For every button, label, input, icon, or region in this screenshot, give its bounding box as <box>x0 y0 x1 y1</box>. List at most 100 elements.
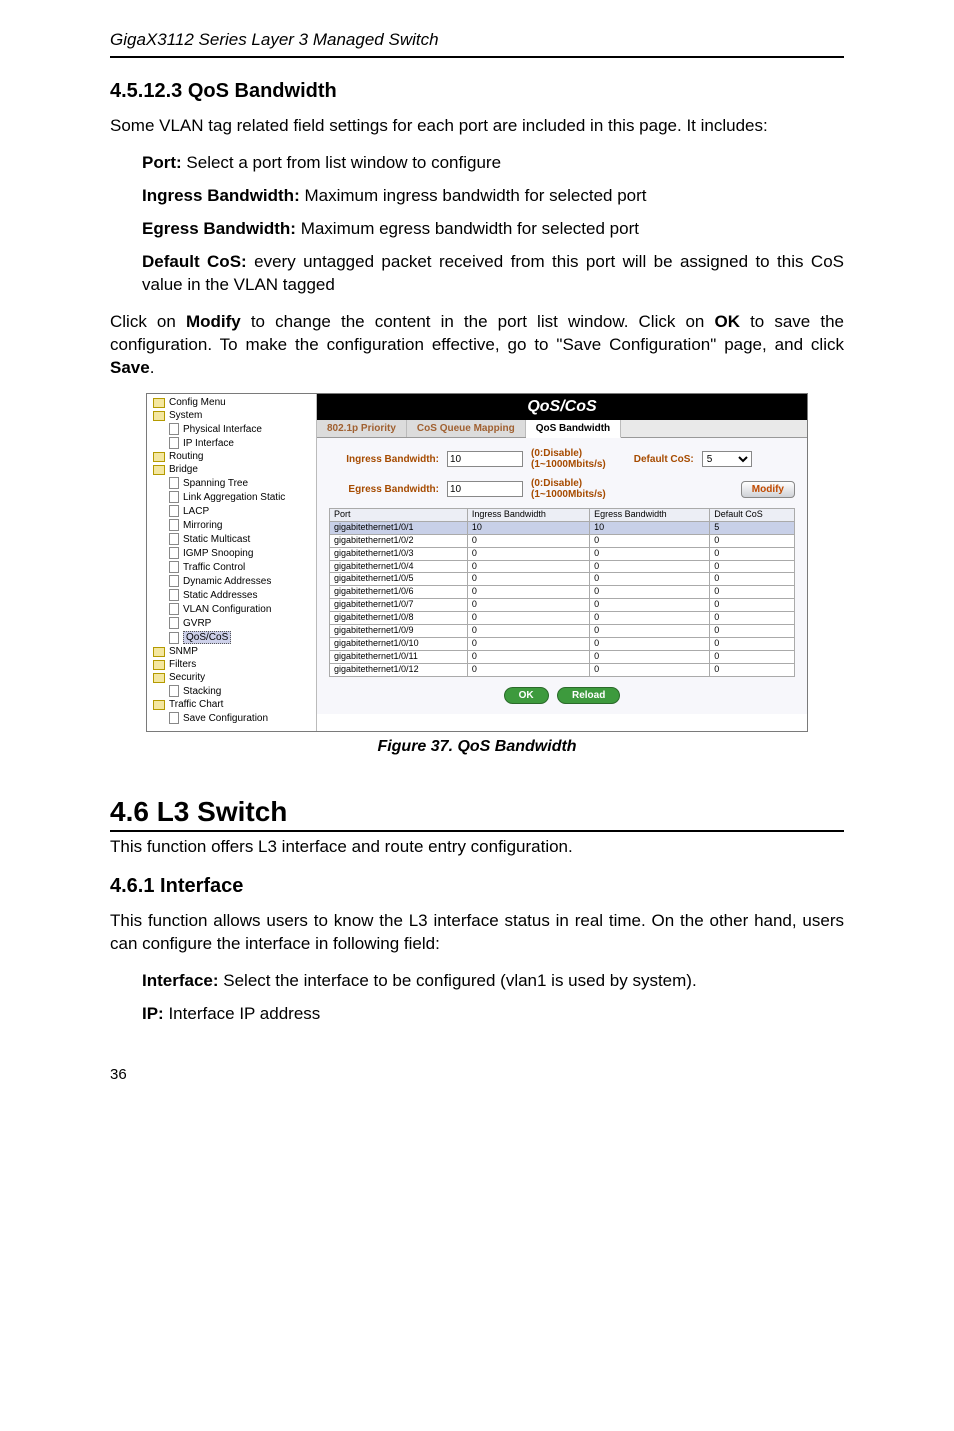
interface-field-list: Interface: Select the interface to be co… <box>110 970 844 1026</box>
table-cell: gigabitethernet1/0/11 <box>330 650 468 663</box>
tree-save-config[interactable]: Save Configuration <box>149 711 314 725</box>
table-row[interactable]: gigabitethernet1/0/2000 <box>330 534 795 547</box>
table-row[interactable]: gigabitethernet1/0/110105 <box>330 521 795 534</box>
tab-8021p[interactable]: 802.1p Priority <box>317 420 407 437</box>
file-icon <box>169 603 179 615</box>
table-row[interactable]: gigabitethernet1/0/5000 <box>330 573 795 586</box>
table-cell: 0 <box>710 637 795 650</box>
tree-config-menu[interactable]: Config Menu <box>149 396 314 409</box>
tree-security[interactable]: Security <box>149 671 314 684</box>
file-icon <box>169 547 179 559</box>
table-cell: 0 <box>590 650 710 663</box>
field-port: Port: Select a port from list window to … <box>110 152 844 175</box>
egress-bw-input[interactable] <box>447 481 523 497</box>
tree-vlan-config[interactable]: VLAN Configuration <box>149 602 314 616</box>
tree-stacking[interactable]: Stacking <box>149 684 314 698</box>
table-cell: gigabitethernet1/0/2 <box>330 534 468 547</box>
default-cos-select[interactable]: 5 <box>702 451 752 467</box>
tree-traffic-chart[interactable]: Traffic Chart <box>149 698 314 711</box>
table-cell: 0 <box>710 650 795 663</box>
tree-igmp-snooping[interactable]: IGMP Snooping <box>149 546 314 560</box>
table-cell: gigabitethernet1/0/10 <box>330 637 468 650</box>
table-cell: 0 <box>710 573 795 586</box>
tree-dynamic-addresses[interactable]: Dynamic Addresses <box>149 574 314 588</box>
tree-spanning-tree[interactable]: Spanning Tree <box>149 476 314 490</box>
table-row[interactable]: gigabitethernet1/0/7000 <box>330 599 795 612</box>
table-cell: 0 <box>467 625 589 638</box>
table-cell: 0 <box>590 663 710 676</box>
table-row[interactable]: gigabitethernet1/0/8000 <box>330 612 795 625</box>
action-paragraph: Click on Modify to change the content in… <box>110 311 844 380</box>
tree-routing[interactable]: Routing <box>149 450 314 463</box>
field-default-cos-text: every untagged packet received from this… <box>142 252 844 294</box>
table-cell: 10 <box>590 521 710 534</box>
table-row[interactable]: gigabitethernet1/0/10000 <box>330 637 795 650</box>
file-icon <box>169 437 179 449</box>
ok-button[interactable]: OK <box>504 687 549 704</box>
section-heading-l3-switch: 4.6 L3 Switch <box>110 796 844 832</box>
table-cell: gigabitethernet1/0/6 <box>330 586 468 599</box>
folder-icon <box>153 411 165 421</box>
field-port-label: Port: <box>142 153 182 172</box>
file-icon <box>169 617 179 629</box>
main-panel: QoS/CoS 802.1p Priority CoS Queue Mappin… <box>317 394 807 731</box>
field-ingress-label: Ingress Bandwidth: <box>142 186 300 205</box>
field-ip: IP: Interface IP address <box>110 1003 844 1026</box>
col-port: Port <box>330 509 468 522</box>
table-row[interactable]: gigabitethernet1/0/9000 <box>330 625 795 638</box>
interface-para: This function allows users to know the L… <box>110 910 844 956</box>
ingress-bw-input[interactable] <box>447 451 523 467</box>
table-cell: 0 <box>467 663 589 676</box>
table-cell: 0 <box>710 625 795 638</box>
file-icon <box>169 491 179 503</box>
field-default-cos-label: Default CoS: <box>142 252 247 271</box>
tree-traffic-control[interactable]: Traffic Control <box>149 560 314 574</box>
modify-button[interactable]: Modify <box>741 481 795 498</box>
tree-system[interactable]: System <box>149 409 314 422</box>
file-icon <box>169 589 179 601</box>
tab-cos-queue[interactable]: CoS Queue Mapping <box>407 420 526 437</box>
table-row[interactable]: gigabitethernet1/0/11000 <box>330 650 795 663</box>
field-ip-text: Interface IP address <box>164 1004 321 1023</box>
reload-button[interactable]: Reload <box>557 687 620 704</box>
field-list: Port: Select a port from list window to … <box>110 152 844 297</box>
table-row[interactable]: gigabitethernet1/0/6000 <box>330 586 795 599</box>
egress-note: (0:Disable)(1~1000Mbits/s) <box>531 478 606 500</box>
ingress-note: (0:Disable)(1~1000Mbits/s) <box>531 448 606 470</box>
embedded-screenshot: Config Menu System Physical Interface IP… <box>146 393 808 732</box>
table-cell: 0 <box>467 586 589 599</box>
table-cell: 0 <box>710 612 795 625</box>
tab-qos-bandwidth[interactable]: QoS Bandwidth <box>526 420 621 438</box>
tree-ip-interface[interactable]: IP Interface <box>149 436 314 450</box>
tree-gvrp[interactable]: GVRP <box>149 616 314 630</box>
tree-snmp[interactable]: SNMP <box>149 645 314 658</box>
table-cell: 0 <box>590 612 710 625</box>
tree-bridge[interactable]: Bridge <box>149 463 314 476</box>
table-row[interactable]: gigabitethernet1/0/3000 <box>330 547 795 560</box>
table-header-row: Port Ingress Bandwidth Egress Bandwidth … <box>330 509 795 522</box>
col-default-cos: Default CoS <box>710 509 795 522</box>
table-cell: 0 <box>467 560 589 573</box>
file-icon <box>169 505 179 517</box>
tree-qos-cos[interactable]: QoS/CoS <box>149 630 314 645</box>
tab-bar: 802.1p Priority CoS Queue Mapping QoS Ba… <box>317 420 807 438</box>
table-cell: gigabitethernet1/0/5 <box>330 573 468 586</box>
tree-link-aggregation[interactable]: Link Aggregation Static <box>149 490 314 504</box>
tree-static-multicast[interactable]: Static Multicast <box>149 532 314 546</box>
col-ingress: Ingress Bandwidth <box>467 509 589 522</box>
tree-filters[interactable]: Filters <box>149 658 314 671</box>
field-ingress-text: Maximum ingress bandwidth for selected p… <box>300 186 647 205</box>
table-row[interactable]: gigabitethernet1/0/4000 <box>330 560 795 573</box>
field-default-cos: Default CoS: every untagged packet recei… <box>110 251 844 297</box>
table-cell: gigabitethernet1/0/8 <box>330 612 468 625</box>
tree-static-addresses[interactable]: Static Addresses <box>149 588 314 602</box>
tree-physical-interface[interactable]: Physical Interface <box>149 422 314 436</box>
tree-mirroring[interactable]: Mirroring <box>149 518 314 532</box>
table-row[interactable]: gigabitethernet1/0/12000 <box>330 663 795 676</box>
table-cell: 0 <box>710 599 795 612</box>
table-cell: 0 <box>590 586 710 599</box>
table-cell: 0 <box>590 534 710 547</box>
tree-lacp[interactable]: LACP <box>149 504 314 518</box>
table-cell: 10 <box>467 521 589 534</box>
bottom-buttons: OK Reload <box>329 687 795 704</box>
